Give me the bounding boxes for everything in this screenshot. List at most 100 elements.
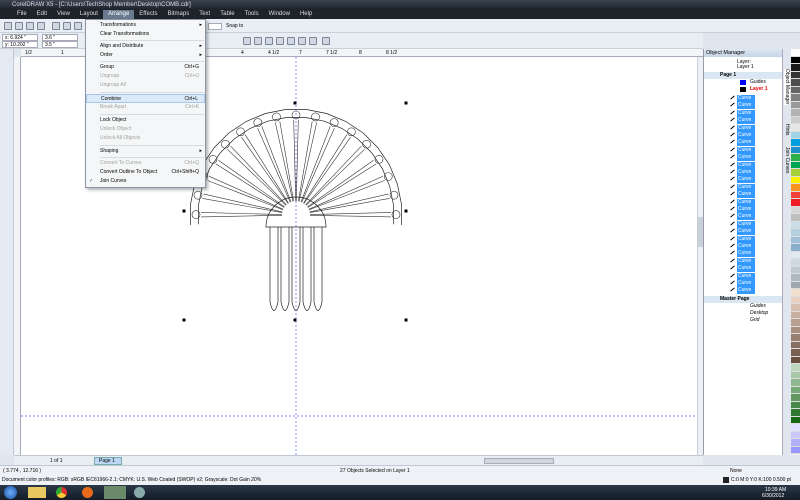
height-field[interactable]: 3.5 " (42, 41, 78, 48)
menu-item-combine[interactable]: Combine Ctrl+L (86, 94, 205, 103)
palette-swatch[interactable] (791, 379, 800, 387)
curve-object[interactable]: Curve (737, 220, 755, 228)
palette-swatch[interactable] (791, 206, 800, 214)
menu-item-align-and-distribute[interactable]: Align and Distribute ▸ (86, 42, 205, 51)
curve-object[interactable]: Curve (737, 265, 755, 273)
curve-object[interactable]: Curve (737, 183, 755, 191)
palette-swatch[interactable] (791, 139, 800, 147)
palette-swatch[interactable] (791, 236, 800, 244)
start-button[interactable] (4, 486, 17, 499)
palette-swatch[interactable] (791, 71, 800, 79)
curve-object[interactable]: Curve (737, 191, 755, 199)
boundary-icon[interactable] (309, 37, 317, 45)
menu-item-order[interactable]: Order ▸ (86, 51, 205, 60)
palette-swatch[interactable] (791, 356, 800, 364)
palette-swatch[interactable] (791, 259, 800, 267)
palette-swatch[interactable] (791, 281, 800, 289)
palette-swatch[interactable] (791, 409, 800, 417)
cut-icon[interactable] (52, 22, 60, 30)
curve-object[interactable]: Curve (737, 102, 755, 110)
palette-swatch[interactable] (791, 424, 800, 432)
menu-item-convert-to-curves[interactable]: Convert To Curves Ctrl+Q (86, 159, 205, 168)
palette-swatch[interactable] (791, 401, 800, 409)
palette-swatch[interactable] (791, 289, 800, 297)
curve-object[interactable]: Curve (737, 117, 755, 125)
palette-swatch[interactable] (791, 229, 800, 237)
curve-object[interactable]: Curve (737, 206, 755, 213)
menu-text[interactable]: Text (194, 10, 215, 19)
curve-object[interactable]: Curve (737, 257, 755, 265)
palette-swatch[interactable] (791, 386, 800, 394)
menu-item-break-apart[interactable]: Break Apart Ctrl+K (86, 103, 205, 112)
coreldraw-taskbar-icon[interactable] (104, 486, 126, 499)
curve-object[interactable]: Curve (737, 272, 755, 280)
palette-swatch[interactable] (791, 334, 800, 342)
palette-swatch[interactable] (791, 131, 800, 139)
color-palette[interactable] (791, 49, 800, 455)
palette-swatch[interactable] (791, 191, 800, 199)
x-position-field[interactable]: x: 6.924 " (2, 34, 38, 41)
palette-swatch[interactable] (791, 161, 800, 169)
palette-swatch[interactable] (791, 266, 800, 274)
curve-object[interactable]: Curve (737, 213, 755, 221)
curve-object[interactable]: Curve (737, 228, 755, 236)
menu-item-shaping[interactable]: Shaping ▸ (86, 147, 205, 156)
simplify-icon[interactable] (276, 37, 284, 45)
menu-file[interactable]: File (12, 10, 32, 19)
palette-swatch[interactable] (791, 274, 800, 282)
palette-swatch[interactable] (791, 439, 800, 447)
curve-object[interactable]: Curve (737, 198, 755, 206)
copy-icon[interactable] (63, 22, 71, 30)
palette-swatch[interactable] (791, 214, 800, 222)
curve-object[interactable]: Curve (737, 235, 755, 243)
tab-page-1[interactable]: Page 1 (94, 457, 122, 465)
curve-object[interactable]: Curve (737, 132, 755, 139)
snap-to-dropdown[interactable]: Snap to (226, 23, 243, 29)
menu-view[interactable]: View (52, 10, 75, 19)
y-position-field[interactable]: y: 10.202 " (2, 41, 38, 48)
menu-item-transformations[interactable]: Transformations ▸ (86, 21, 205, 30)
palette-swatch[interactable] (791, 311, 800, 319)
palette-swatch[interactable] (791, 319, 800, 327)
menu-bitmaps[interactable]: Bitmaps (163, 10, 195, 19)
chrome-icon[interactable] (56, 487, 67, 498)
menu-item-lock-object[interactable]: Lock Object (86, 116, 205, 125)
menu-item-convert-outline-to-object[interactable]: Convert Outline To Object Ctrl+Shift+Q (86, 168, 205, 177)
palette-swatch[interactable] (791, 244, 800, 252)
curve-object[interactable]: Curve (737, 280, 755, 287)
grid-layer[interactable]: Grid (750, 317, 759, 324)
guides-layer[interactable]: Guides (750, 79, 766, 86)
color-profiles[interactable]: Document color profiles: RGB: sRGB IEC61… (2, 477, 261, 483)
palette-swatch[interactable] (791, 349, 800, 357)
palette-swatch[interactable] (791, 146, 800, 154)
horizontal-scrollbar[interactable] (484, 458, 554, 464)
new-icon[interactable] (4, 22, 12, 30)
palette-swatch[interactable] (791, 199, 800, 207)
menu-effects[interactable]: Effects (134, 10, 162, 19)
curve-object[interactable]: Curve (737, 250, 755, 258)
palette-swatch[interactable] (791, 251, 800, 259)
explorer-icon[interactable] (28, 487, 46, 498)
palette-swatch[interactable] (791, 56, 800, 64)
palette-swatch[interactable] (791, 371, 800, 379)
desktop-layer[interactable]: Desktop (750, 310, 768, 317)
palette-swatch[interactable] (791, 101, 800, 109)
menu-item-ungroup[interactable]: Ungroup Ctrl+U (86, 72, 205, 81)
curve-object[interactable]: Curve (737, 176, 755, 184)
palette-swatch[interactable] (791, 364, 800, 372)
palette-swatch[interactable] (791, 221, 800, 229)
palette-swatch[interactable] (791, 416, 800, 424)
menu-help[interactable]: Help (295, 10, 317, 19)
tab-hints[interactable]: Hints (784, 124, 790, 135)
palette-swatch[interactable] (791, 116, 800, 124)
curve-object[interactable]: Curve (737, 161, 755, 169)
print-icon[interactable] (37, 22, 45, 30)
menu-arrange[interactable]: Arrange (102, 10, 135, 19)
palette-swatch[interactable] (791, 184, 800, 192)
page-1-node[interactable]: Page 1 (720, 72, 736, 79)
zoom-select[interactable] (208, 23, 222, 30)
menu-window[interactable]: Window (264, 10, 295, 19)
curve-object[interactable]: Curve (737, 243, 755, 250)
palette-swatch[interactable] (791, 86, 800, 94)
trim-icon[interactable] (254, 37, 262, 45)
